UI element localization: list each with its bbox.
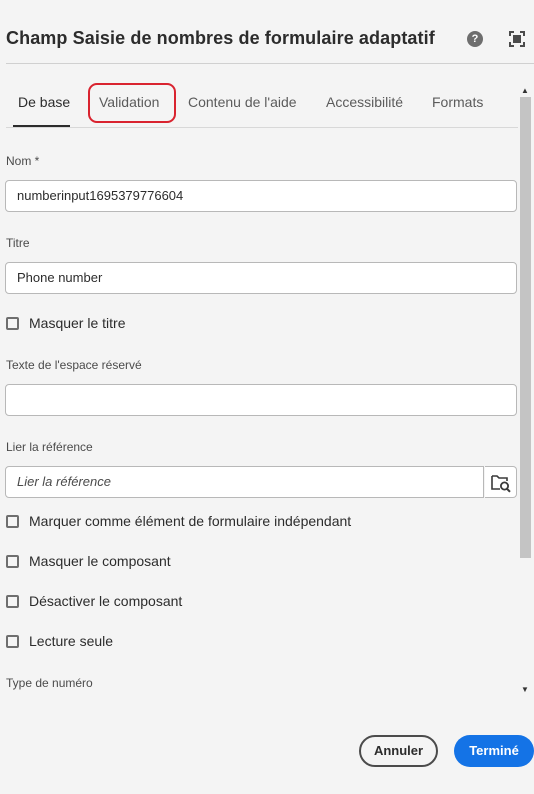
cancel-button[interactable]: Annuler (359, 735, 438, 767)
disable-component-label: Désactiver le composant (29, 593, 183, 609)
checkbox-icon[interactable] (6, 635, 19, 648)
tab-basic[interactable]: De base (18, 94, 70, 110)
name-label: Nom * (6, 154, 40, 168)
scroll-up-icon[interactable]: ▲ (521, 86, 529, 95)
hide-title-label: Masquer le titre (29, 315, 126, 331)
tab-accessibility[interactable]: Accessibilité (326, 94, 403, 110)
tab-list: De base Validation Contenu de l'aide Acc… (0, 84, 518, 128)
placeholder-text-field[interactable] (5, 384, 517, 416)
bind-reference-label: Lier la référence (6, 440, 93, 454)
dialog-header: Champ Saisie de nombres de formulaire ad… (0, 0, 534, 64)
checkbox-icon[interactable] (6, 555, 19, 568)
placeholder-text-label: Texte de l'espace réservé (6, 358, 142, 372)
checkbox-icon[interactable] (6, 317, 19, 330)
validation-tab-highlight (88, 83, 176, 123)
read-only-label: Lecture seule (29, 633, 114, 649)
fullscreen-icon[interactable] (509, 31, 525, 47)
tab-help-content[interactable]: Contenu de l'aide (188, 94, 297, 110)
tab-formats[interactable]: Formats (432, 94, 483, 110)
checkbox-icon[interactable] (6, 515, 19, 528)
name-field[interactable]: numberinput1695379776604 (5, 180, 517, 212)
independent-element-label: Marquer comme élément de formulaire indé… (29, 513, 352, 529)
number-type-label: Type de numéro (6, 676, 93, 690)
folder-search-icon (491, 475, 511, 493)
bind-reference-field[interactable]: Lier la référence (5, 466, 484, 498)
title-field[interactable]: Phone number (5, 262, 517, 294)
scrollbar-thumb[interactable] (520, 97, 531, 558)
help-icon[interactable]: ? (467, 31, 483, 47)
scroll-down-icon[interactable]: ▼ (521, 685, 529, 694)
hide-component-label: Masquer le composant (29, 553, 171, 569)
header-divider (6, 63, 534, 64)
checkbox-icon[interactable] (6, 595, 19, 608)
browse-reference-button[interactable] (485, 466, 517, 498)
title-label: Titre (6, 236, 30, 250)
done-button[interactable]: Terminé (454, 735, 534, 767)
dialog-title: Champ Saisie de nombres de formulaire ad… (6, 28, 435, 48)
tabs-divider (6, 127, 518, 128)
